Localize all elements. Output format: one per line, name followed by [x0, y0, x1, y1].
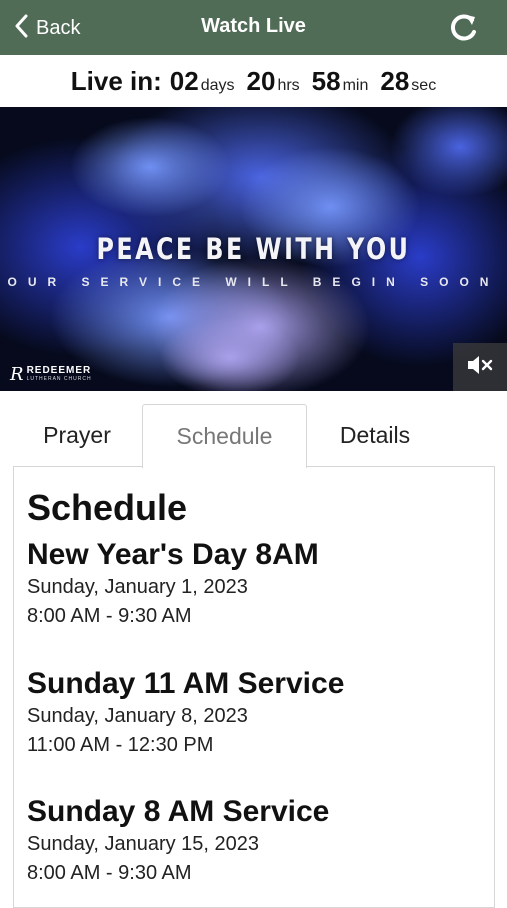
- logo-subtitle: LUTHERAN CHURCH: [26, 376, 92, 382]
- countdown-days-unit: days: [200, 77, 235, 94]
- event-date: Sunday, January 1, 2023: [27, 576, 248, 598]
- countdown-hours-unit: hrs: [277, 77, 300, 94]
- countdown-seconds-unit: sec: [411, 77, 437, 94]
- video-player[interactable]: PEACE BE WITH YOU OUR SERVICE WILL BEGIN…: [0, 107, 507, 391]
- countdown-hours: 20: [246, 66, 276, 96]
- refresh-icon: [447, 14, 481, 49]
- schedule-event[interactable]: Sunday 8 AM Service Sunday, January 15, …: [27, 794, 329, 888]
- nav-bar: Back Watch Live: [0, 0, 507, 55]
- event-date: Sunday, January 8, 2023: [27, 705, 248, 727]
- countdown-minutes-unit: min: [342, 77, 369, 94]
- event-title: Sunday 11 AM Service: [27, 667, 345, 700]
- mute-button[interactable]: [453, 343, 507, 391]
- logo-mark: R: [10, 364, 24, 385]
- countdown-minutes: 58: [311, 66, 341, 96]
- mute-icon: [466, 354, 494, 381]
- tab-details[interactable]: Details: [322, 404, 428, 467]
- tab-schedule[interactable]: Schedule: [142, 404, 307, 468]
- logo-name: REDEEMER: [26, 365, 92, 376]
- refresh-button[interactable]: [447, 11, 481, 45]
- countdown-seconds: 28: [380, 66, 410, 96]
- tab-prayer[interactable]: Prayer: [24, 404, 130, 467]
- event-time: 8:00 AM - 9:30 AM: [27, 862, 192, 884]
- event-title: Sunday 8 AM Service: [27, 795, 330, 828]
- event-date: Sunday, January 15, 2023: [27, 833, 260, 855]
- church-logo: R REDEEMER LUTHERAN CHURCH: [10, 364, 92, 385]
- event-title: New Year's Day 8AM: [27, 538, 319, 571]
- live-countdown: Live in: 02 days 20 hrs 58 min 28 sec: [0, 55, 507, 107]
- page-title: Watch Live: [201, 15, 306, 37]
- schedule-event[interactable]: New Year's Day 8AM Sunday, January 1, 20…: [27, 537, 319, 631]
- event-time: 11:00 AM - 12:30 PM: [27, 734, 214, 756]
- schedule-heading: Schedule: [27, 487, 188, 528]
- video-subline: OUR SERVICE WILL BEGIN SOON: [7, 275, 500, 289]
- schedule-panel: Schedule New Year's Day 8AM Sunday, Janu…: [13, 466, 495, 908]
- schedule-event[interactable]: Sunday 11 AM Service Sunday, January 8, …: [27, 666, 344, 760]
- video-headline: PEACE BE WITH YOU: [96, 232, 411, 266]
- event-time: 8:00 AM - 9:30 AM: [27, 605, 192, 627]
- countdown-days: 02: [169, 66, 199, 96]
- tab-bar: Prayer Schedule Details: [14, 404, 494, 468]
- countdown-prefix: Live in:: [70, 66, 162, 96]
